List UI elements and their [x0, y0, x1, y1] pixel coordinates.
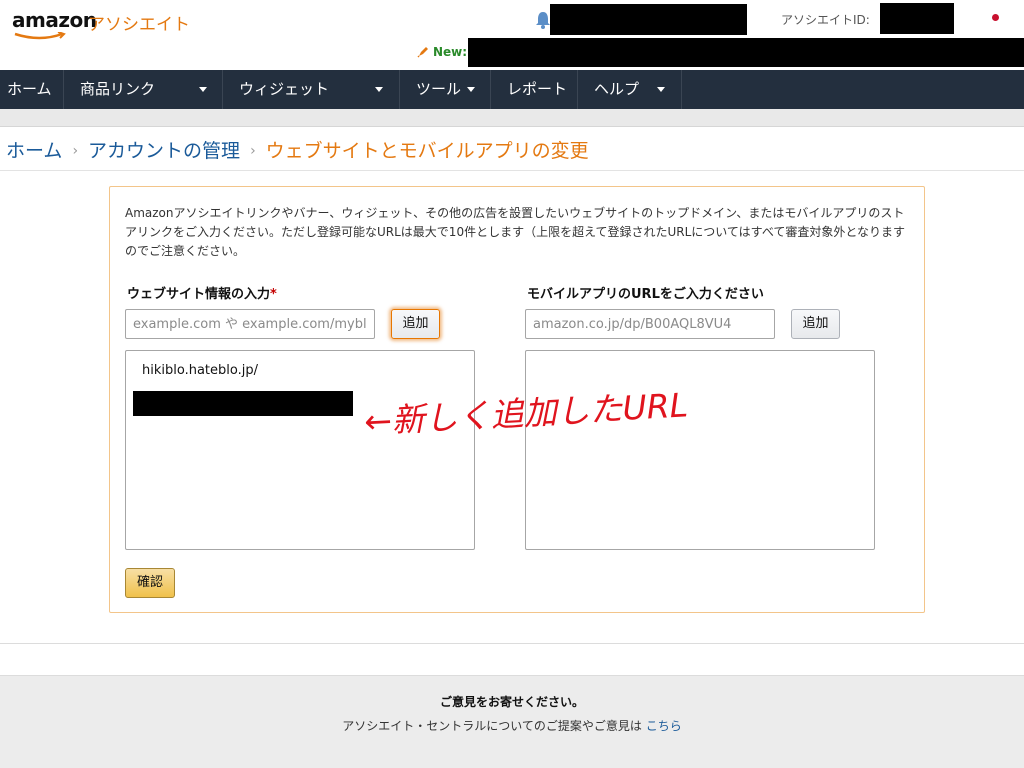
- annotation-text: ←新しく追加したURL: [363, 385, 689, 441]
- page-title: ウェブサイトとモバイルアプリの変更: [265, 140, 589, 162]
- website-url-input[interactable]: [125, 309, 375, 339]
- breadcrumb-home-link[interactable]: ホーム: [6, 140, 62, 162]
- breadcrumb-account-link[interactable]: アカウントの管理: [88, 140, 240, 162]
- chevron-down-icon: [199, 87, 207, 92]
- mobile-add-button[interactable]: 追加: [791, 309, 840, 339]
- nav-item-label: ウィジェット: [239, 80, 330, 98]
- website-label-text: ウェブサイト情報の入力: [127, 287, 271, 302]
- logo-brand-text: amazon: [12, 8, 97, 32]
- website-list-item[interactable]: hikiblo.hateblo.jp/: [142, 363, 258, 378]
- nav-item-label: ツール: [416, 80, 462, 98]
- nav-item-help[interactable]: ヘルプ: [578, 70, 682, 109]
- amazon-smile-icon: [14, 32, 66, 40]
- associate-id-label: アソシエイトID:: [781, 13, 870, 27]
- footer-message: アソシエイト・セントラルについてのご提案やご意見は: [342, 719, 642, 733]
- nav-item-label: ヘルプ: [594, 80, 640, 98]
- mobile-app-url-input[interactable]: [525, 309, 775, 339]
- divider: [0, 170, 1024, 171]
- website-section-label: ウェブサイト情報の入力*: [127, 283, 277, 302]
- chevron-down-icon: [375, 87, 383, 92]
- required-mark: *: [270, 287, 277, 302]
- mobile-section-label: モバイルアプリのURLをご入力ください: [527, 287, 764, 302]
- nav-item-widgets[interactable]: ウィジェット: [223, 70, 400, 109]
- redacted-notification: [550, 4, 747, 35]
- redacted-associate-id: [880, 3, 954, 34]
- rocket-icon: [417, 47, 428, 58]
- nav-item-label: 商品リンク: [80, 80, 156, 98]
- nav-item-tools[interactable]: ツール: [400, 70, 491, 109]
- page-header: amazon アソシエイト アソシエイトID: New:: [0, 0, 1024, 70]
- intro-text: Amazonアソシエイトリンクやバナー、ウィジェット、その他の広告を設置したいウ…: [125, 206, 906, 258]
- breadcrumb-separator: ›: [72, 143, 79, 159]
- nav-item-label: ホーム: [7, 80, 52, 98]
- main-nav-bar: ホーム 商品リンク ウィジェット ツール レポート ヘルプ: [0, 70, 1024, 109]
- breadcrumb: ホーム › アカウントの管理 › ウェブサイトとモバイルアプリの変更: [6, 136, 589, 162]
- breadcrumb-separator: ›: [250, 143, 256, 159]
- nav-item-home[interactable]: ホーム: [0, 70, 64, 109]
- feedback-link[interactable]: こちら: [646, 719, 682, 733]
- new-announcement-label: New:: [433, 45, 468, 59]
- website-add-button[interactable]: 追加: [391, 309, 440, 339]
- logo-suffix-text: アソシエイト: [88, 15, 190, 35]
- chevron-down-icon: [467, 87, 475, 92]
- divider: [0, 643, 1024, 644]
- nav-item-label: レポート: [507, 80, 568, 98]
- handwritten-annotation: ←新しく追加したURL: [363, 385, 689, 441]
- chevron-down-icon: [657, 87, 665, 92]
- sub-nav-strip: [0, 109, 1024, 127]
- feedback-footer: ご意見をお寄せください。 アソシエイト・セントラルについてのご提案やご意見は こ…: [0, 675, 1024, 768]
- redacted-announcement: [468, 38, 1024, 67]
- nav-item-product-links[interactable]: 商品リンク: [64, 70, 223, 109]
- footer-text: アソシエイト・セントラルについてのご提案やご意見は こちら: [0, 717, 1024, 734]
- confirm-button[interactable]: 確認: [125, 568, 175, 598]
- japan-flag-icon[interactable]: [992, 14, 999, 21]
- footer-title: ご意見をお寄せください。: [439, 695, 584, 709]
- redacted-new-url: [133, 391, 353, 416]
- nav-item-reports[interactable]: レポート: [491, 70, 578, 109]
